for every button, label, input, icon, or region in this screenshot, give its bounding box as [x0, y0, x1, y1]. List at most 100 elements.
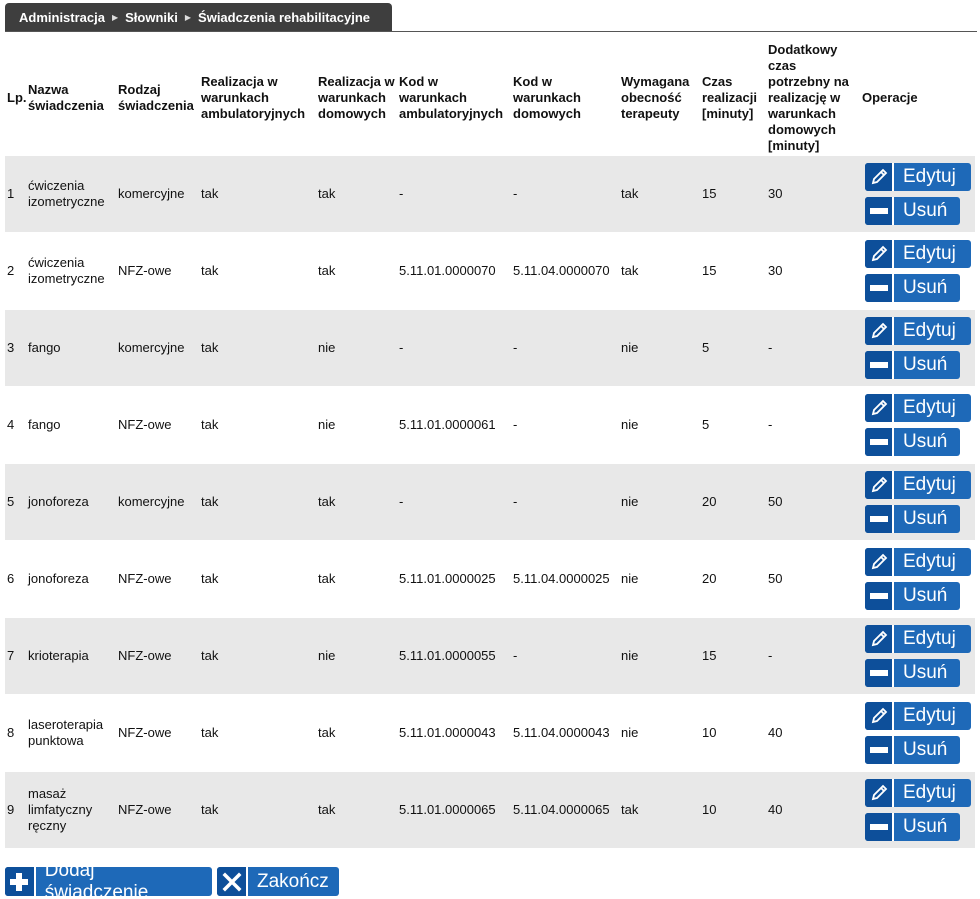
- table-row: 6 jonoforeza NFZ-owe tak tak 5.11.01.0000025 5…: [5, 540, 975, 618]
- edit-button[interactable]: Edytuj: [865, 317, 971, 345]
- cell-therapist: nie: [619, 540, 700, 618]
- delete-button[interactable]: Usuń: [865, 582, 960, 610]
- cell-code-home: 5.11.04.0000043: [511, 694, 619, 772]
- header-code-amb: Kod w warunkach ambulatoryjnych: [399, 73, 504, 121]
- cell-operations: Edytuj Usuń: [860, 463, 975, 541]
- cell-time: 10: [700, 694, 766, 772]
- cell-extra-time: -: [766, 617, 860, 695]
- edit-button[interactable]: Edytuj: [865, 471, 971, 499]
- cell-lp: 8: [5, 694, 26, 772]
- cell-home: nie: [316, 617, 397, 695]
- delete-label: Usuń: [903, 662, 948, 683]
- cell-type: NFZ-owe: [116, 232, 199, 310]
- cell-amb: tak: [199, 386, 316, 464]
- delete-button[interactable]: Usuń: [865, 428, 960, 456]
- cell-operations: Edytuj Usuń: [860, 617, 975, 695]
- edit-button[interactable]: Edytuj: [865, 240, 971, 268]
- delete-button[interactable]: Usuń: [865, 351, 960, 379]
- cell-name: jonoforeza: [26, 463, 116, 541]
- delete-button[interactable]: Usuń: [865, 274, 960, 302]
- header-amb: Realizacja w warunkach ambulatoryjnych: [201, 73, 306, 121]
- pencil-icon: [865, 240, 894, 268]
- close-icon: [217, 867, 248, 896]
- edit-button[interactable]: Edytuj: [865, 548, 971, 576]
- edit-button[interactable]: Edytuj: [865, 779, 971, 807]
- breadcrumb-bar: Administracja ▶ Słowniki ▶ Świadczenia r…: [5, 0, 977, 32]
- cell-code-amb: 5.11.01.0000070: [397, 232, 511, 310]
- cell-type: NFZ-owe: [116, 694, 199, 772]
- cell-code-home: 5.11.04.0000070: [511, 232, 619, 310]
- pencil-icon: [865, 548, 894, 576]
- pencil-icon: [865, 779, 894, 807]
- add-service-label: Dodaj świadczenie: [44, 867, 149, 896]
- edit-label: Edytuj: [903, 243, 956, 264]
- row-operations: Edytuj Usuń: [862, 548, 973, 610]
- cell-therapist: nie: [619, 463, 700, 541]
- cell-home: tak: [316, 155, 397, 233]
- cell-name: jonoforeza: [26, 540, 116, 618]
- cell-home: nie: [316, 309, 397, 387]
- breadcrumb-slowniki[interactable]: Słowniki: [125, 10, 178, 25]
- cell-lp: 5: [5, 463, 26, 541]
- pencil-icon: [865, 702, 894, 730]
- cell-home: tak: [316, 694, 397, 772]
- cell-code-home: -: [511, 386, 619, 464]
- header-therapist: Wymagana obecność terapeuty: [621, 73, 690, 121]
- table-body: 1 ćwiczenia izometryczne komercyjne tak tak -…: [5, 155, 975, 848]
- edit-label: Edytuj: [903, 397, 956, 418]
- cell-operations: Edytuj Usuń: [860, 309, 975, 387]
- bottom-actions: Dodaj świadczenie Zakończ: [5, 867, 339, 896]
- delete-button[interactable]: Usuń: [865, 659, 960, 687]
- table-row: 7 krioterapia NFZ-owe tak nie 5.11.01.0000055…: [5, 617, 975, 695]
- pencil-icon: [865, 625, 894, 653]
- edit-button[interactable]: Edytuj: [865, 702, 971, 730]
- delete-label: Usuń: [903, 431, 948, 452]
- add-service-button[interactable]: Dodaj świadczenie: [5, 867, 212, 896]
- cell-code-amb: 5.11.01.0000055: [397, 617, 511, 695]
- delete-label: Usuń: [903, 508, 948, 529]
- row-operations: Edytuj Usuń: [862, 163, 973, 225]
- cell-home: tak: [316, 232, 397, 310]
- cell-name: ćwiczenia izometryczne: [26, 232, 116, 310]
- minus-icon: [865, 428, 894, 456]
- breadcrumb-administracja[interactable]: Administracja: [19, 10, 105, 25]
- cell-therapist: tak: [619, 232, 700, 310]
- minus-icon: [865, 351, 894, 379]
- cell-extra-time: -: [766, 386, 860, 464]
- edit-label: Edytuj: [903, 551, 956, 572]
- cell-name: fango: [26, 309, 116, 387]
- cell-type: NFZ-owe: [116, 617, 199, 695]
- delete-label: Usuń: [903, 354, 948, 375]
- cell-home: tak: [316, 771, 397, 848]
- delete-label: Usuń: [903, 816, 948, 837]
- header-name: Nazwa świadczenia: [28, 81, 104, 113]
- cell-amb: tak: [199, 540, 316, 618]
- cell-type: NFZ-owe: [116, 540, 199, 618]
- cell-name: fango: [26, 386, 116, 464]
- cell-code-home: -: [511, 155, 619, 233]
- delete-button[interactable]: Usuń: [865, 197, 960, 225]
- delete-button[interactable]: Usuń: [865, 813, 960, 841]
- delete-button[interactable]: Usuń: [865, 505, 960, 533]
- row-operations: Edytuj Usuń: [862, 240, 973, 302]
- finish-button[interactable]: Zakończ: [217, 867, 339, 896]
- edit-button[interactable]: Edytuj: [865, 163, 971, 191]
- row-operations: Edytuj Usuń: [862, 779, 973, 841]
- cell-lp: 4: [5, 386, 26, 464]
- cell-code-amb: 5.11.01.0000061: [397, 386, 511, 464]
- cell-therapist: nie: [619, 386, 700, 464]
- delete-button[interactable]: Usuń: [865, 736, 960, 764]
- cell-type: NFZ-owe: [116, 771, 199, 848]
- header-home: Realizacja w warunkach domowych: [318, 73, 395, 121]
- cell-time: 15: [700, 232, 766, 310]
- edit-label: Edytuj: [903, 705, 956, 726]
- cell-type: NFZ-owe: [116, 386, 199, 464]
- edit-button[interactable]: Edytuj: [865, 625, 971, 653]
- delete-label: Usuń: [903, 739, 948, 760]
- edit-label: Edytuj: [903, 474, 956, 495]
- edit-button[interactable]: Edytuj: [865, 394, 971, 422]
- cell-name: masaż limfatyczny ręczny: [26, 771, 116, 848]
- cell-amb: tak: [199, 771, 316, 848]
- cell-time: 10: [700, 771, 766, 848]
- cell-code-home: 5.11.04.0000065: [511, 771, 619, 848]
